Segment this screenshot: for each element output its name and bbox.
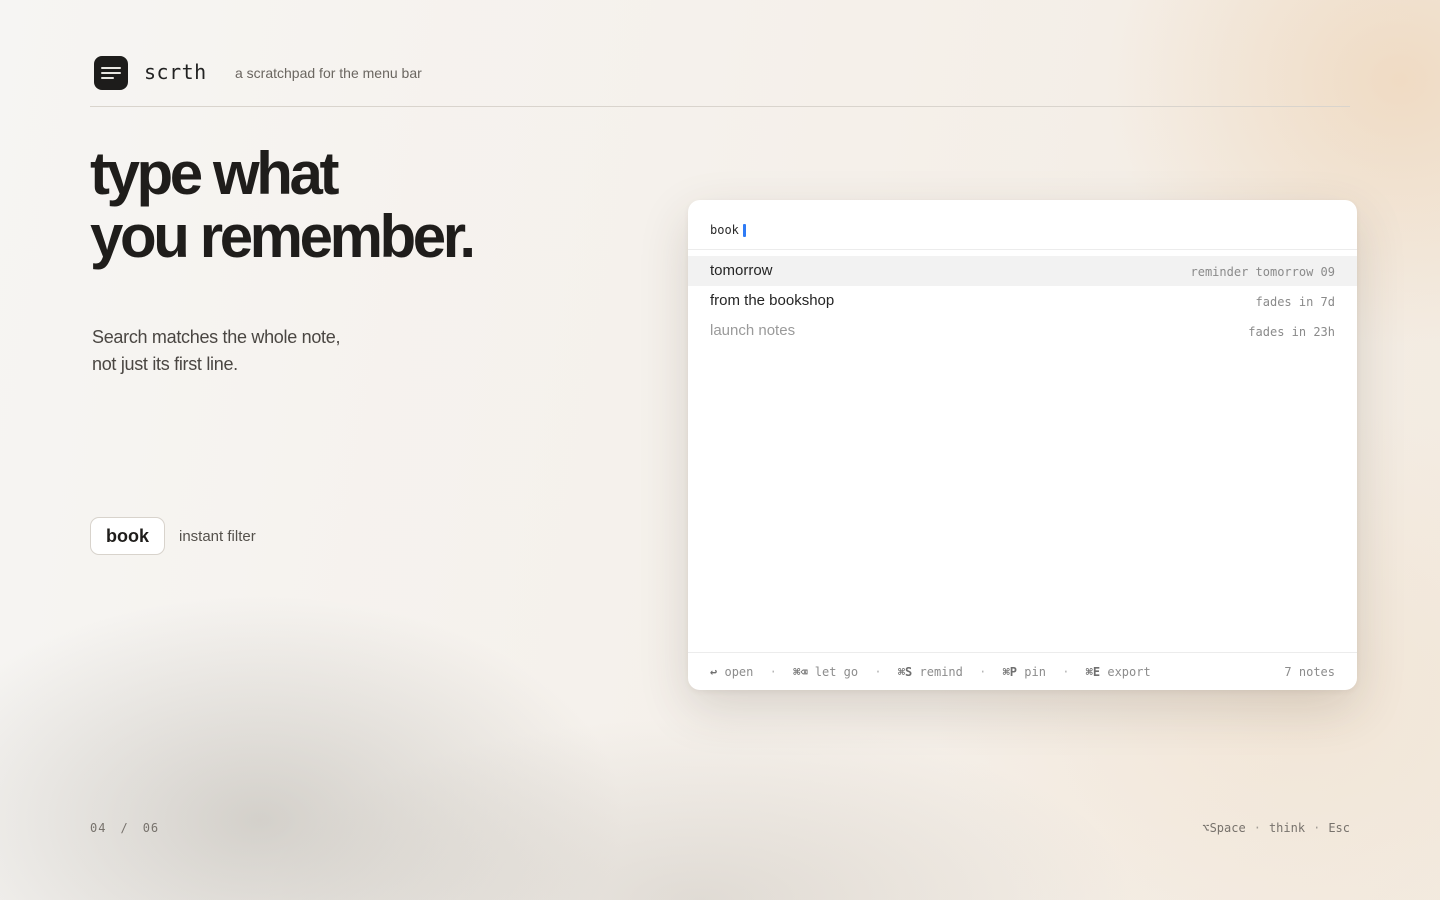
command-s-key-icon: ⌘S: [897, 665, 913, 679]
chip-label: instant filter: [179, 528, 256, 545]
result-row[interactable]: tomorrow reminder tomorrow 09: [688, 256, 1357, 286]
shortcut-export[interactable]: export: [1107, 665, 1150, 679]
shortcut-remind[interactable]: remind: [920, 665, 963, 679]
return-key-icon: ↩: [710, 665, 718, 679]
command-p-key-icon: ⌘P: [1002, 665, 1018, 679]
results-list: tomorrow reminder tomorrow 09 from the b…: [688, 256, 1357, 346]
tagline: a scratchpad for the menu bar: [235, 65, 422, 81]
separator: ·: [874, 665, 882, 679]
result-meta: fades in 7d: [1255, 295, 1335, 309]
result-meta: reminder tomorrow 09: [1190, 265, 1336, 279]
result-title: launch notes: [710, 322, 796, 339]
result-meta: fades in 23h: [1248, 325, 1335, 339]
separator: ·: [769, 665, 777, 679]
subtext-line-1: Search matches the whole note,: [92, 327, 341, 347]
separator: ·: [1062, 665, 1070, 679]
shortcut-open[interactable]: open: [724, 665, 753, 679]
note-count: 7 notes: [1284, 665, 1335, 679]
shortcut-list: ↩ open · ⌘⌫ let go · ⌘S remind · ⌘P pin …: [710, 665, 1151, 679]
brand-name: scrth: [144, 60, 207, 84]
query-chip: book: [90, 517, 165, 555]
hint-hotkey: ⌥Space: [1202, 821, 1246, 835]
subtext-line-2: not just its first line.: [92, 354, 238, 374]
search-panel: book tomorrow reminder tomorrow 09 from …: [688, 200, 1357, 690]
headline-line-2: you remember.: [90, 203, 476, 270]
separator: ·: [1253, 821, 1261, 835]
shortcut-pin[interactable]: pin: [1024, 665, 1046, 679]
keyboard-hint: ⌥Space · think · Esc: [1202, 821, 1350, 835]
separator: ·: [1313, 821, 1321, 835]
result-title: from the bookshop: [710, 292, 835, 309]
headline: type what you remember.: [90, 140, 476, 270]
result-row[interactable]: launch notes fades in 23h: [688, 316, 1357, 346]
shortcut-bar: ↩ open · ⌘⌫ let go · ⌘S remind · ⌘P pin …: [688, 652, 1357, 690]
hint-action: think: [1268, 821, 1306, 835]
subtext: Search matches the whole note, not just …: [92, 324, 340, 378]
command-delete-key-icon: ⌘⌫: [793, 665, 808, 679]
command-e-key-icon: ⌘E: [1085, 665, 1101, 679]
search-bar[interactable]: book: [688, 200, 1357, 250]
pager-current: 04: [90, 821, 107, 835]
search-input[interactable]: book: [710, 223, 739, 237]
shortcut-let-go[interactable]: let go: [815, 665, 858, 679]
notepad-lines-icon: [94, 56, 128, 90]
hint-escape: Esc: [1328, 821, 1350, 835]
text-caret: [743, 224, 746, 237]
header: scrth a scratchpad for the menu bar: [90, 54, 1350, 107]
result-title: tomorrow: [710, 262, 773, 279]
pager-separator: /: [120, 821, 129, 835]
slide-pager: 04 / 06: [90, 821, 159, 835]
separator: ·: [979, 665, 987, 679]
headline-line-1: type what: [90, 140, 340, 207]
pager-total: 06: [142, 821, 160, 835]
result-row[interactable]: from the bookshop fades in 7d: [688, 286, 1357, 316]
